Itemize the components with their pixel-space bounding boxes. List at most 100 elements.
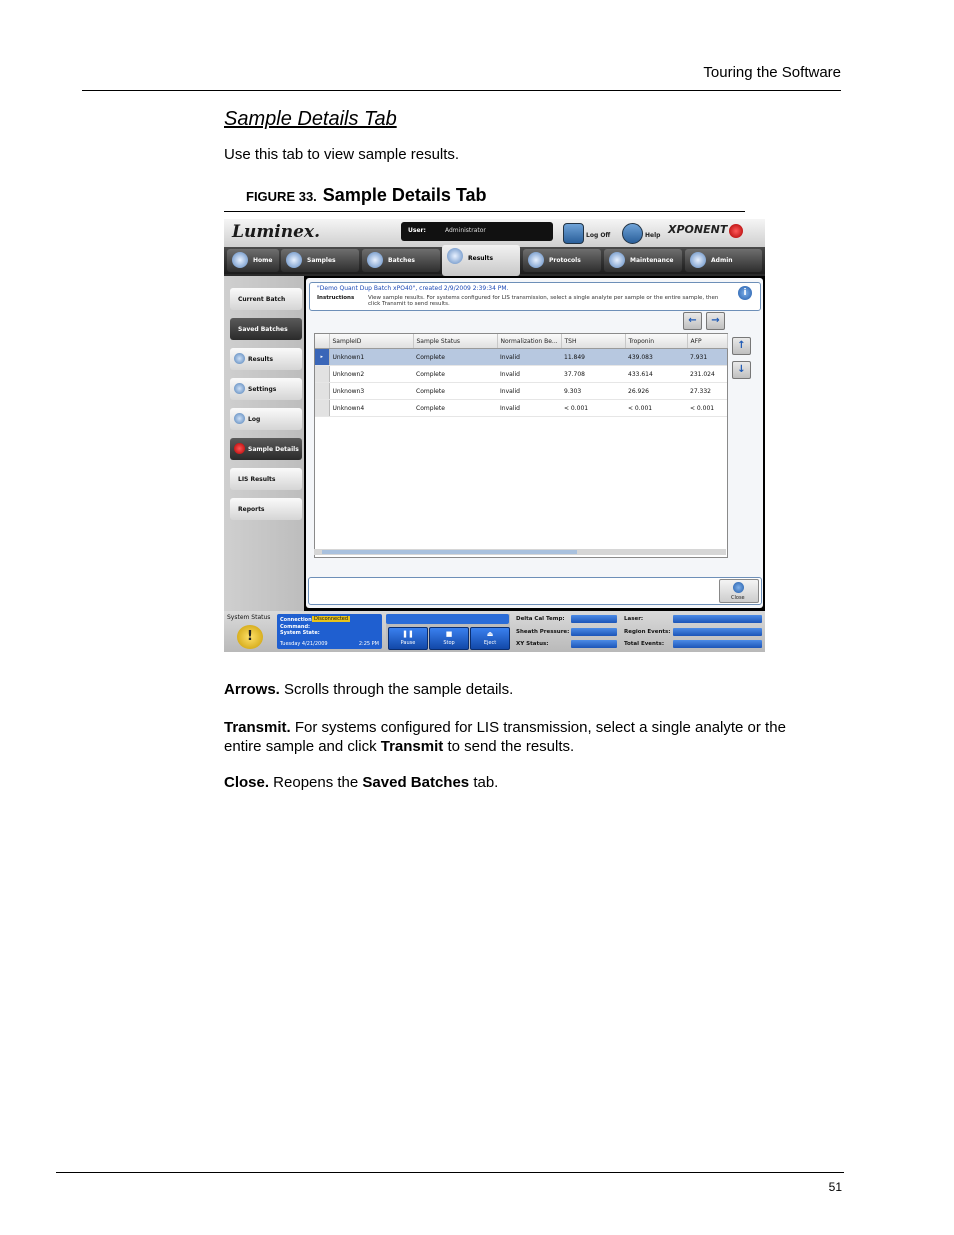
tab-results[interactable]: Results	[442, 245, 520, 276]
side-settings[interactable]: Settings	[230, 378, 302, 400]
table-cell[interactable]: Invalid	[497, 365, 561, 383]
table-row[interactable]: Unknown3 Complete Invalid 9.303 26.926 2…	[315, 382, 727, 400]
home-icon	[232, 252, 248, 268]
table-cell[interactable]: < 0.001	[687, 399, 727, 417]
side-results[interactable]: Results	[230, 348, 302, 370]
column-header[interactable]: SampleID	[329, 334, 414, 349]
user-label: User:	[408, 227, 426, 234]
table-cell[interactable]: 37.708	[561, 365, 625, 383]
description-bold: Saved Batches	[362, 774, 470, 791]
table-cell[interactable]: Complete	[413, 348, 497, 366]
close-icon	[733, 582, 744, 593]
help-label[interactable]: Help	[645, 232, 660, 239]
tab-samples[interactable]: Samples	[281, 249, 359, 272]
footer-rule	[56, 1172, 844, 1173]
side-current-batch[interactable]: Current Batch	[230, 288, 302, 310]
status-date: Tuesday 4/21/2009	[280, 641, 328, 647]
table-cell[interactable]: Complete	[413, 399, 497, 417]
arrow-left-button[interactable]: ←	[683, 312, 702, 330]
eject-button[interactable]: ⏏ Eject	[470, 627, 510, 650]
table-cell[interactable]: < 0.001	[625, 399, 687, 417]
side-log[interactable]: Log	[230, 408, 302, 430]
scrollbar-thumb[interactable]	[322, 550, 577, 554]
results-icon	[447, 248, 463, 264]
table-cell[interactable]: 9.303	[561, 382, 625, 400]
arrow-up-button[interactable]: ↑	[732, 337, 751, 355]
table-row[interactable]: ▸ Unknown1 Complete Invalid 11.849 439.0…	[315, 348, 727, 366]
table-cell[interactable]: 27.332	[687, 382, 727, 400]
tab-label: Batches	[388, 257, 415, 264]
description-arrows: Arrows. Scrolls through the sample detai…	[224, 681, 824, 698]
table-cell[interactable]: 231.024	[687, 365, 727, 383]
status-time: 2:25 PM	[358, 641, 379, 647]
progress-bar	[386, 614, 509, 624]
logoff-icon[interactable]	[563, 223, 584, 244]
row-selector[interactable]	[315, 365, 330, 383]
table-cell[interactable]: 11.849	[561, 348, 625, 366]
row-selector[interactable]	[315, 399, 330, 417]
info-icon[interactable]: i	[738, 286, 752, 300]
horizontal-scrollbar[interactable]	[314, 549, 726, 555]
table-cell[interactable]: Unknown2	[329, 365, 413, 383]
table-cell[interactable]: Unknown3	[329, 382, 413, 400]
instructions-box: "Demo Quant Dup Batch xPO40", created 2/…	[309, 282, 761, 311]
side-label: Saved Batches	[238, 326, 288, 333]
tab-maintenance[interactable]: Maintenance	[604, 249, 682, 272]
tab-label: Home	[253, 257, 273, 264]
table-cell[interactable]: Unknown4	[329, 399, 413, 417]
close-button[interactable]: Close	[719, 579, 759, 603]
description-text: Scrolls through the sample details.	[279, 681, 514, 698]
tab-batches[interactable]: Batches	[362, 249, 440, 272]
admin-icon	[690, 252, 706, 268]
warning-icon[interactable]: !	[237, 625, 263, 649]
column-header[interactable]: AFP	[687, 334, 728, 349]
active-dot-icon	[234, 443, 245, 454]
luminex-logo: Luminex.	[232, 222, 320, 242]
table-cell[interactable]: < 0.001	[561, 399, 625, 417]
page-number: 51	[828, 1180, 842, 1194]
column-header[interactable]: TSH	[561, 334, 626, 349]
table-cell[interactable]: Complete	[413, 365, 497, 383]
table-cell[interactable]: Invalid	[497, 399, 561, 417]
table-cell[interactable]: Complete	[413, 382, 497, 400]
table-cell[interactable]: 7.931	[687, 348, 727, 366]
column-header[interactable]: Troponin	[625, 334, 688, 349]
user-value: Administrator	[445, 227, 486, 234]
tab-protocols[interactable]: Protocols	[523, 249, 601, 272]
description-close: Close. Reopens the Saved Batches tab.	[224, 774, 824, 791]
row-selector[interactable]	[315, 382, 330, 400]
side-saved-batches[interactable]: Saved Batches	[230, 318, 302, 340]
side-lis-results[interactable]: LIS Results	[230, 468, 302, 490]
table-cell[interactable]: 26.926	[625, 382, 687, 400]
logoff-label[interactable]: Log Off	[586, 232, 610, 239]
figure-title: Sample Details Tab	[322, 185, 487, 205]
metric-bar	[673, 640, 762, 648]
connection-panel: Connection: Command: System State: Disco…	[277, 614, 382, 649]
table-row[interactable]: Unknown2 Complete Invalid 37.708 433.614…	[315, 365, 727, 383]
action-area	[308, 577, 762, 605]
row-selector[interactable]: ▸	[315, 348, 330, 366]
help-icon[interactable]	[622, 223, 643, 244]
side-reports[interactable]: Reports	[230, 498, 302, 520]
table-cell[interactable]: Invalid	[497, 382, 561, 400]
system-status-label: System Status	[227, 614, 271, 621]
side-sample-details[interactable]: Sample Details	[230, 438, 302, 460]
column-header[interactable]: Sample Status	[413, 334, 498, 349]
tab-home[interactable]: Home	[227, 249, 279, 272]
description-transmit: Transmit. For systems configured for LIS…	[224, 718, 824, 756]
table-cell[interactable]: Invalid	[497, 348, 561, 366]
arrow-right-button[interactable]: →	[706, 312, 725, 330]
table-cell[interactable]: 433.614	[625, 365, 687, 383]
user-box: User: Administrator	[401, 222, 553, 241]
column-header[interactable]: Normalization Be...	[497, 334, 562, 349]
table-cell[interactable]: Unknown1	[329, 348, 413, 366]
pause-button[interactable]: ❚❚ Pause	[388, 627, 428, 650]
pause-icon: ❚❚	[402, 630, 414, 638]
running-header: Touring the Software	[703, 64, 841, 81]
stop-button[interactable]: ■ Stop	[429, 627, 469, 650]
table-cell[interactable]: 439.083	[625, 348, 687, 366]
arrow-down-button[interactable]: ↓	[732, 361, 751, 379]
tab-admin[interactable]: Admin	[685, 249, 762, 272]
figure-label: FIGURE 33.	[246, 189, 317, 204]
table-row[interactable]: Unknown4 Complete Invalid < 0.001 < 0.00…	[315, 399, 727, 417]
